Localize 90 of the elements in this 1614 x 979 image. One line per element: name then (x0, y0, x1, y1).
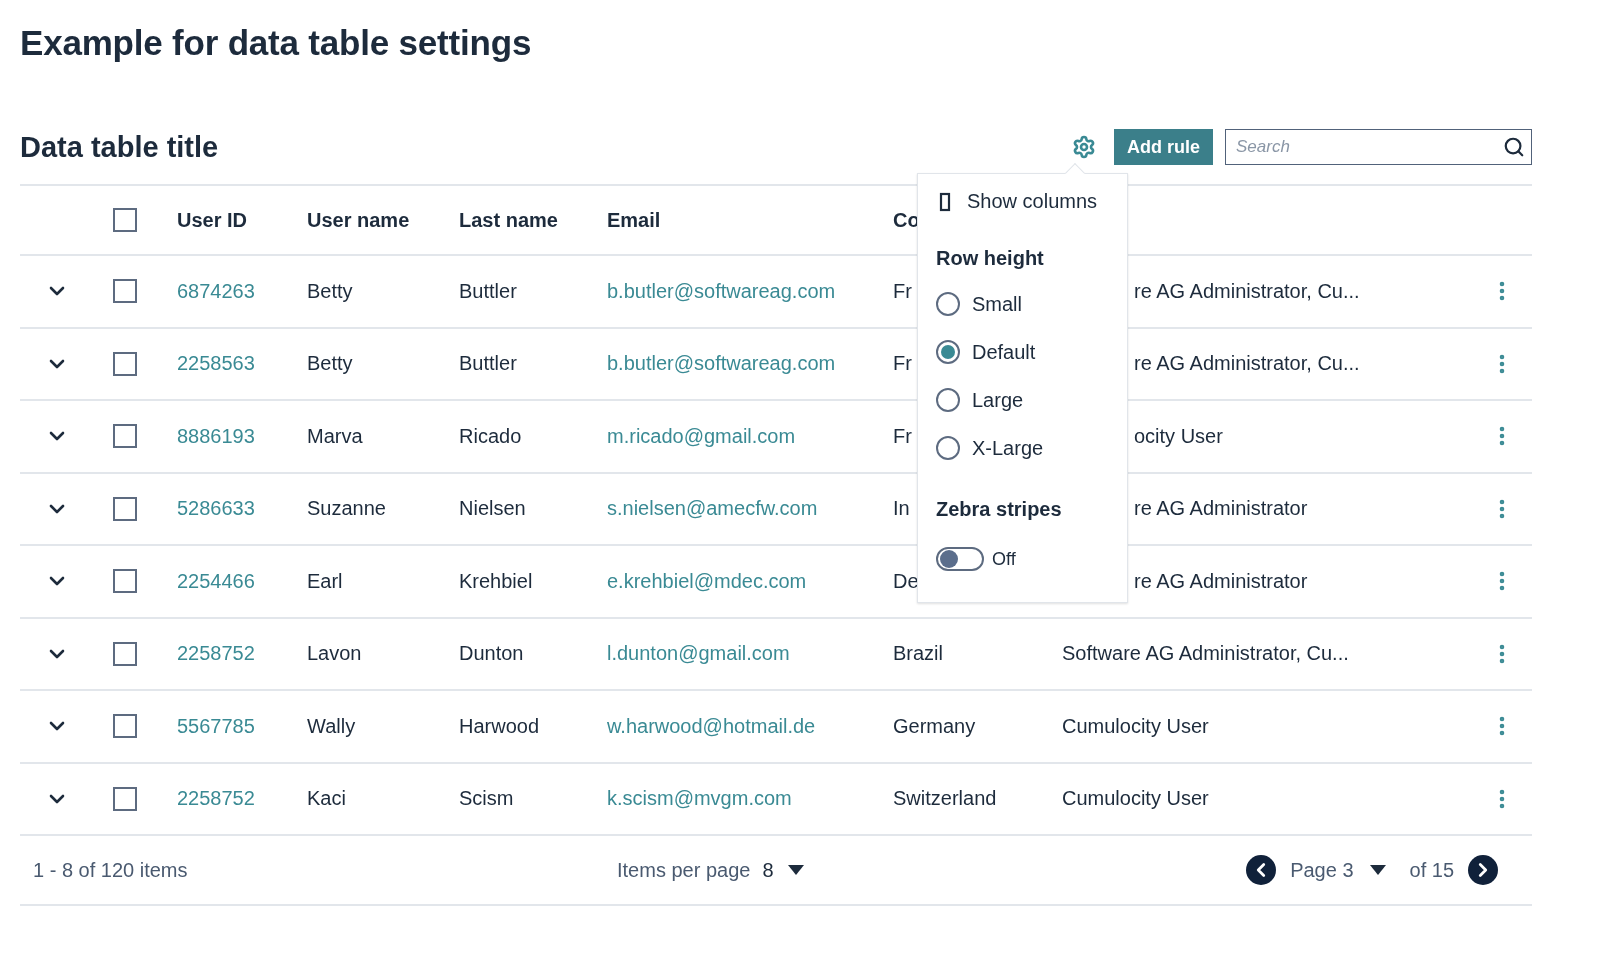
user-id-link[interactable]: 5286633 (177, 497, 255, 521)
items-per-page-value[interactable]: 8 (762, 858, 774, 882)
table-cell: Betty (307, 279, 353, 303)
table-cell: Scism (459, 787, 514, 811)
table-cell: Marva (307, 424, 363, 448)
page-count: of 15 (1409, 858, 1454, 882)
page-title: Example for data table settings (20, 22, 533, 64)
table-cell: Dunton (459, 642, 524, 666)
user-id-link[interactable]: 2258752 (177, 787, 255, 811)
dropdown-caret-icon[interactable] (785, 864, 806, 876)
previous-page-button[interactable] (1246, 855, 1277, 885)
table-cell: Earl (307, 569, 343, 593)
table-cell: Brazil (893, 642, 943, 666)
table-cell: Nielsen (459, 497, 526, 521)
zebra-stripes-label: Zebra stripes (936, 498, 1063, 521)
table-cell: De (893, 569, 919, 593)
table-cell: Buttler (459, 279, 517, 303)
email-link[interactable]: w.harwood@hotmail.de (607, 714, 816, 738)
row-checkbox[interactable] (113, 424, 137, 449)
row-checkbox[interactable] (113, 786, 137, 811)
item-range: 1 - 8 of 120 items (32, 858, 189, 882)
table-cell: Software AG Administrator, Cu... (1062, 642, 1349, 666)
table-cell: Suzanne (307, 497, 386, 521)
table-cell: Fr (893, 424, 912, 448)
column-header: Last name (459, 208, 559, 232)
table-cell: Buttler (459, 352, 517, 376)
radio-button[interactable] (936, 388, 960, 412)
select-all-checkbox[interactable] (113, 208, 137, 232)
table-cell: Betty (307, 352, 353, 376)
user-id-link[interactable]: 8886193 (177, 424, 255, 448)
row-checkbox[interactable] (113, 279, 137, 304)
column-header: User ID (177, 208, 249, 232)
radio-button[interactable] (936, 436, 960, 460)
user-id-link[interactable]: 5567785 (177, 714, 255, 738)
row-checkbox[interactable] (113, 569, 137, 594)
table-cell: Fr (893, 279, 912, 303)
radio-label: Default (972, 340, 1036, 364)
row-checkbox[interactable] (113, 351, 137, 376)
row-height-label: Row height (936, 247, 1045, 270)
items-per-page-label: Items per page (617, 858, 751, 882)
table-cell: Cumulocity User (1062, 714, 1209, 738)
table-cell: re AG Administrator (1134, 497, 1308, 521)
next-page-button[interactable] (1468, 855, 1498, 885)
email-link[interactable]: e.krehbiel@mdec.com (607, 569, 807, 593)
table-cell: re AG Administrator, Cu... (1134, 279, 1360, 303)
table-cell: In (893, 497, 910, 521)
email-link[interactable]: l.dunton@gmail.com (607, 642, 790, 666)
email-link[interactable]: k.scism@mvgm.com (607, 787, 792, 811)
table-cell: Krehbiel (459, 569, 533, 593)
toggle-switch[interactable] (936, 547, 984, 571)
row-checkbox[interactable] (113, 641, 137, 666)
user-id-link[interactable]: 2258563 (177, 352, 255, 376)
row-checkbox[interactable] (113, 496, 137, 521)
radio-label: Large (972, 388, 1024, 412)
add-rule-button[interactable]: Add rule (1114, 129, 1213, 165)
table-title: Data table title (20, 130, 220, 164)
table-cell: Fr (893, 352, 912, 376)
column-header: Email (607, 208, 662, 232)
radio-label: X-Large (972, 436, 1044, 460)
email-link[interactable]: m.ricado@gmail.com (607, 424, 796, 448)
email-link[interactable]: b.butler@softwareag.com (607, 352, 836, 376)
table-cell: Cumulocity User (1062, 787, 1209, 811)
radio-button[interactable] (936, 292, 960, 316)
table-cell: Germany (893, 714, 976, 738)
user-id-link[interactable]: 2254466 (177, 569, 255, 593)
user-id-link[interactable]: 2258752 (177, 642, 255, 666)
email-link[interactable]: b.butler@softwareag.com (607, 279, 836, 303)
table-cell: Kaci (307, 787, 346, 811)
page-selector[interactable]: Page 3 (1290, 858, 1354, 882)
table-cell: re AG Administrator, Cu... (1134, 352, 1360, 376)
table-cell: re AG Administrator (1134, 569, 1308, 593)
toggle-label: Off (992, 548, 1016, 570)
row-checkbox[interactable] (113, 714, 137, 739)
table-cell: Harwood (459, 714, 540, 738)
radio-label: Small (972, 292, 1022, 316)
table-cell: Wally (307, 714, 356, 738)
show-columns-button[interactable]: Show columns (936, 190, 1098, 213)
column-header: User name (307, 208, 411, 232)
radio-button[interactable] (936, 340, 960, 364)
search-icon[interactable] (1503, 136, 1525, 158)
search-field[interactable]: Search (1225, 129, 1532, 165)
settings-icon[interactable] (1072, 135, 1096, 159)
user-id-link[interactable]: 6874263 (177, 279, 255, 303)
column-icon (939, 191, 951, 212)
dropdown-caret-icon[interactable] (1367, 864, 1388, 876)
email-link[interactable]: s.nielsen@amecfw.com (607, 497, 818, 521)
table-cell: Ricado (459, 424, 522, 448)
table-cell: ocity User (1134, 424, 1223, 448)
table-cell: Switzerland (893, 787, 997, 811)
table-cell: Lavon (307, 642, 362, 666)
